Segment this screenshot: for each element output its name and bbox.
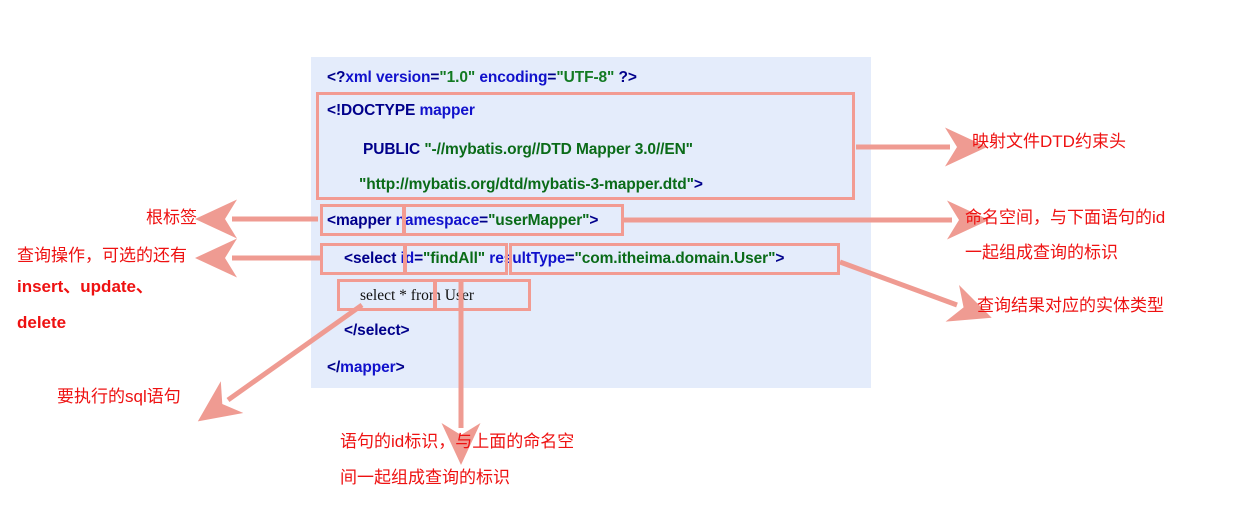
- annotation-query-operation-line3: delete: [17, 313, 67, 332]
- annotation-dtd-header: 映射文件DTD约束头: [972, 132, 1126, 151]
- annotation-statement-id-line1: 语句的id标识，与上面的命名空: [340, 432, 575, 451]
- code-line-select-close-tag: </select>: [344, 322, 410, 339]
- highlight-select-tag: [320, 243, 406, 275]
- annotation-namespace-line2: 一起组成查询的标识: [965, 243, 1118, 262]
- highlight-doctype-block: [316, 92, 855, 200]
- annotation-statement-id-line2: 间一起组成查询的标识: [340, 468, 510, 487]
- annotated-xml-diagram: <?xml version="1.0" encoding="UTF-8" ?> …: [0, 0, 1240, 526]
- highlight-sql-right: [434, 279, 531, 311]
- annotation-root-tag: 根标签: [146, 208, 197, 227]
- highlight-id-attribute: [404, 243, 508, 275]
- highlight-sql-left: [337, 279, 436, 311]
- annotation-query-operation-line1: 查询操作，可选的还有: [17, 246, 187, 265]
- highlight-mapper-tag: [320, 204, 406, 236]
- annotation-namespace-line1: 命名空间，与下面语句的id: [965, 208, 1166, 227]
- highlight-namespace-attribute: [402, 204, 624, 236]
- code-line-xml-declaration: <?xml version="1.0" encoding="UTF-8" ?>: [327, 69, 637, 86]
- annotation-result-type: 查询结果对应的实体类型: [977, 296, 1164, 315]
- annotation-query-operation-line2: insert、update、: [17, 277, 154, 296]
- highlight-resulttype-attribute: [509, 243, 840, 275]
- annotation-sql-to-execute: 要执行的sql语句: [57, 387, 181, 406]
- code-line-mapper-close-tag: </mapper>: [327, 359, 405, 376]
